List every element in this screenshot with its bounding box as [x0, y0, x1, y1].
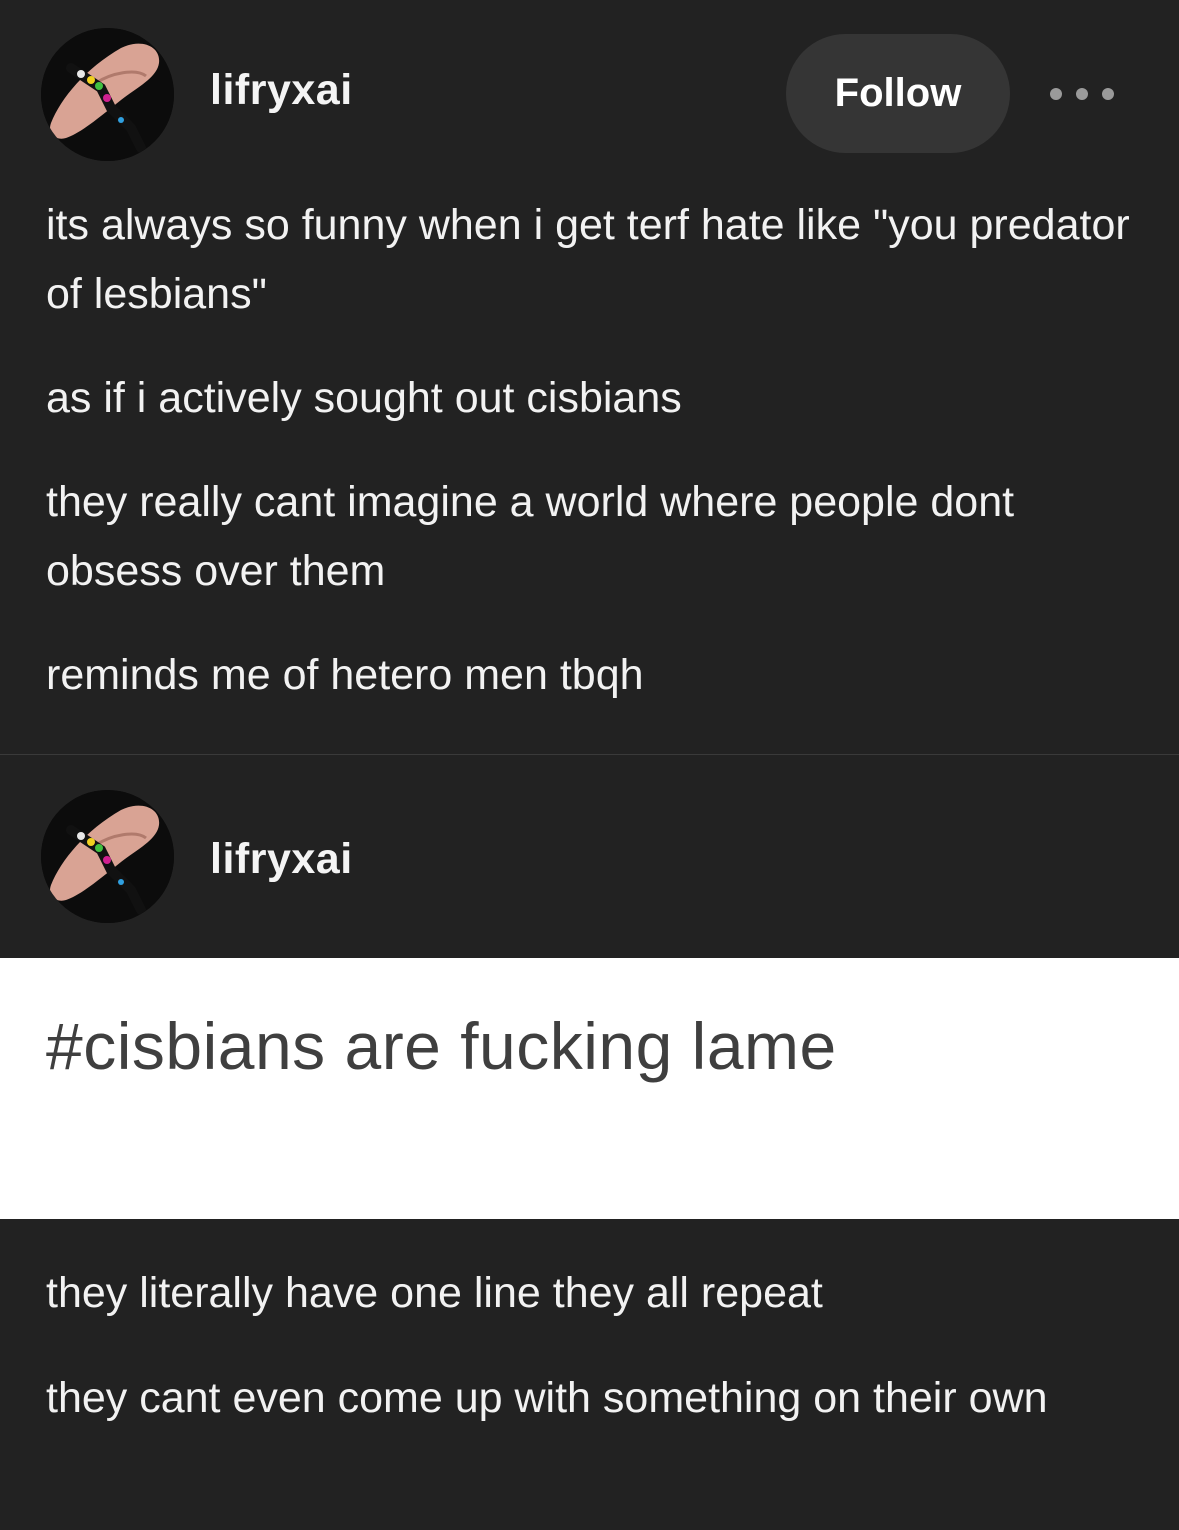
- more-dot: [1076, 88, 1088, 100]
- reblog-paragraph: they cant even come up with something on…: [46, 1374, 1048, 1422]
- reblog-body: they literally have one line they all re…: [0, 1259, 1179, 1433]
- more-options-icon[interactable]: [1050, 82, 1114, 106]
- more-dot: [1050, 88, 1062, 100]
- more-dot: [1102, 88, 1114, 100]
- avatar-image: [41, 790, 174, 923]
- follow-button[interactable]: Follow: [786, 34, 1010, 153]
- reblog-paragraph: they literally have one line they all re…: [46, 1269, 823, 1317]
- reblog-image[interactable]: [0, 958, 1179, 1219]
- avatar[interactable]: [41, 790, 174, 923]
- post-username[interactable]: lifryxai: [210, 66, 353, 115]
- post-paragraph: they really cant imagine a world where p…: [46, 478, 1015, 595]
- post-header: lifryxai Follow: [0, 0, 1179, 188]
- reblog-username[interactable]: lifryxai: [210, 835, 353, 884]
- post-paragraph: reminds me of hetero men tbqh: [46, 651, 644, 699]
- reblog-header: lifryxai: [0, 755, 1179, 958]
- original-post: lifryxai Follow its always so funny when…: [0, 0, 1179, 710]
- avatar-image: [41, 28, 174, 161]
- avatar[interactable]: [41, 28, 174, 161]
- post-paragraph: as if i actively sought out cisbians: [46, 374, 682, 422]
- post-paragraph: its always so funny when i get terf hate…: [46, 201, 1130, 318]
- post-body: its always so funny when i get terf hate…: [0, 191, 1179, 710]
- image-hashtag-text: #cisbians are fucking lame: [46, 1009, 837, 1083]
